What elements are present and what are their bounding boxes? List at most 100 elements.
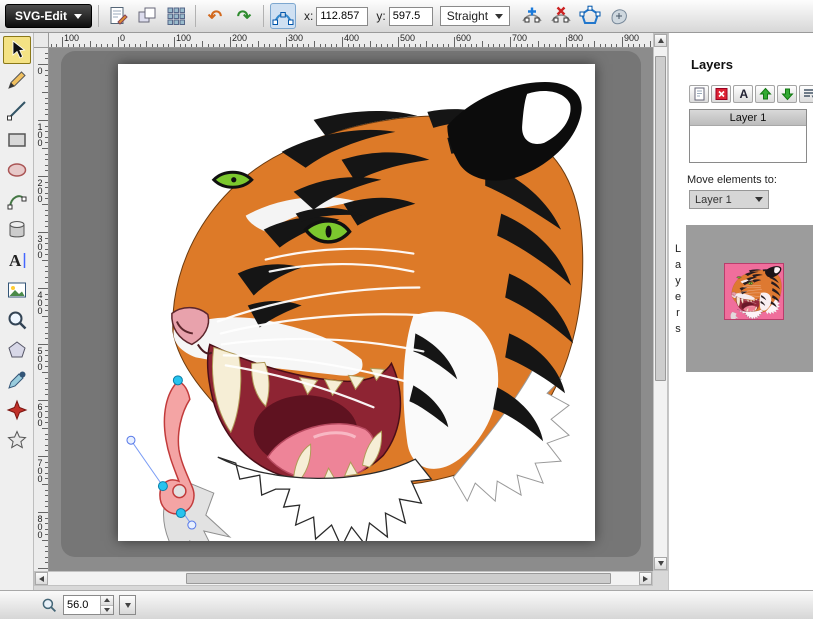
ruler-tick — [359, 44, 360, 47]
canvas-svg[interactable] — [118, 64, 595, 541]
triangle-left-icon — [39, 576, 44, 582]
edited-path-shape[interactable] — [127, 376, 196, 529]
layer-menu-button[interactable] — [799, 85, 813, 103]
ruler-tick — [292, 44, 293, 47]
tool-text[interactable]: A — [3, 246, 31, 274]
undo-button[interactable]: ↶ — [202, 3, 228, 29]
open-path-button[interactable] — [577, 3, 603, 29]
ruler-label: 400 — [35, 290, 45, 314]
ruler-tick — [426, 41, 427, 47]
path-node[interactable] — [173, 376, 182, 385]
ruler-tick — [387, 44, 388, 47]
ruler-tick — [45, 322, 48, 323]
horizontal-scroll-thumb[interactable] — [186, 573, 611, 584]
sidepanel-handle[interactable]: Layers — [669, 243, 684, 339]
layer-row-selected[interactable]: Layer 1 — [690, 110, 806, 126]
tool-zoom[interactable] — [3, 306, 31, 334]
segment-type-select[interactable]: Straight — [440, 6, 510, 26]
zoom-decrease-button[interactable] — [101, 606, 113, 615]
ruler-tick — [286, 37, 287, 47]
tiger-image[interactable] — [164, 82, 583, 541]
grid-button[interactable] — [163, 3, 189, 29]
lower-layer-button[interactable] — [777, 85, 797, 103]
tool-connector[interactable] — [3, 396, 31, 424]
horizontal-scrollbar[interactable] — [34, 571, 653, 586]
ruler-tick — [51, 44, 52, 47]
move-elements-select[interactable]: Layer 1 — [689, 190, 769, 209]
svg-text:A: A — [9, 251, 22, 270]
ruler-tick — [45, 126, 48, 127]
tool-shape-library[interactable] — [3, 216, 31, 244]
scroll-right-button[interactable] — [639, 572, 652, 585]
ruler-tick — [45, 193, 48, 194]
zoom-magnifier-icon — [40, 596, 58, 614]
zoom-spin-buttons — [100, 596, 113, 614]
x-coordinate-input[interactable] — [316, 7, 368, 26]
arrow-up-icon — [757, 86, 774, 102]
ruler-tick — [68, 44, 69, 47]
rename-layer-icon: A — [735, 86, 752, 102]
scroll-left-button[interactable] — [35, 572, 48, 585]
tool-select[interactable] — [3, 36, 31, 64]
ruler-tick — [79, 44, 80, 47]
ruler-tick — [45, 294, 48, 295]
zoom-increase-button[interactable] — [101, 596, 113, 606]
clone-shape-button[interactable] — [134, 3, 160, 29]
ruler-tick — [45, 249, 48, 250]
tool-polygon[interactable] — [3, 336, 31, 364]
ruler-tick — [264, 44, 265, 47]
new-layer-button[interactable] — [689, 85, 709, 103]
ruler-tick — [90, 41, 91, 47]
ruler-tick — [45, 338, 48, 339]
document-button[interactable] — [105, 3, 131, 29]
ruler-tick — [45, 221, 48, 222]
tool-pencil[interactable] — [3, 66, 31, 94]
tool-image[interactable] — [3, 276, 31, 304]
zoom-preset-dropdown[interactable] — [119, 595, 136, 615]
scroll-up-button[interactable] — [654, 34, 667, 47]
main-menu-button[interactable]: SVG-Edit — [5, 4, 92, 28]
ruler-tick — [303, 44, 304, 47]
tool-eyedropper[interactable] — [3, 366, 31, 394]
y-coordinate-input[interactable] — [389, 7, 433, 26]
rename-layer-button[interactable]: A — [733, 85, 753, 103]
ruler-tick — [45, 182, 48, 183]
control-handle[interactable] — [188, 521, 196, 529]
tool-rectangle[interactable] — [3, 126, 31, 154]
tool-line[interactable] — [3, 96, 31, 124]
reorient-path-button[interactable] — [606, 3, 632, 29]
drawing-canvas[interactable] — [118, 64, 595, 541]
ruler-tick — [45, 562, 48, 563]
tool-ellipse[interactable] — [3, 156, 31, 184]
path-node[interactable] — [158, 482, 167, 491]
raise-layer-button[interactable] — [755, 85, 775, 103]
zoom-input[interactable] — [64, 596, 100, 614]
layer-menu-icon — [801, 86, 813, 102]
redo-button[interactable]: ↷ — [231, 3, 257, 29]
tool-star[interactable] — [3, 426, 31, 454]
delete-node-button[interactable] — [548, 3, 574, 29]
ruler-tick — [532, 44, 533, 47]
ruler-label: 100 — [35, 122, 45, 146]
vertical-scroll-thumb[interactable] — [655, 56, 666, 381]
ruler-tick — [42, 148, 48, 149]
path-icon — [5, 188, 29, 212]
vertical-scrollbar[interactable] — [653, 33, 668, 571]
path-node[interactable] — [176, 509, 185, 518]
scroll-down-button[interactable] — [654, 557, 667, 570]
ruler-tick — [124, 44, 125, 47]
ruler-tick — [555, 44, 556, 47]
tool-path[interactable] — [3, 186, 31, 214]
add-node-button[interactable] — [519, 3, 545, 29]
add-node-icon — [520, 4, 544, 28]
ruler-label: 500 — [35, 346, 45, 370]
ruler-tick — [45, 58, 48, 59]
control-handle[interactable] — [127, 436, 135, 444]
ruler-tick — [538, 41, 539, 47]
link-control-points-toggle[interactable] — [270, 3, 296, 29]
ruler-tick — [241, 44, 242, 47]
canvas-viewport[interactable] — [49, 48, 653, 571]
ruler-tick — [45, 299, 48, 300]
delete-layer-button[interactable] — [711, 85, 731, 103]
ruler-label: 900 — [624, 33, 639, 43]
